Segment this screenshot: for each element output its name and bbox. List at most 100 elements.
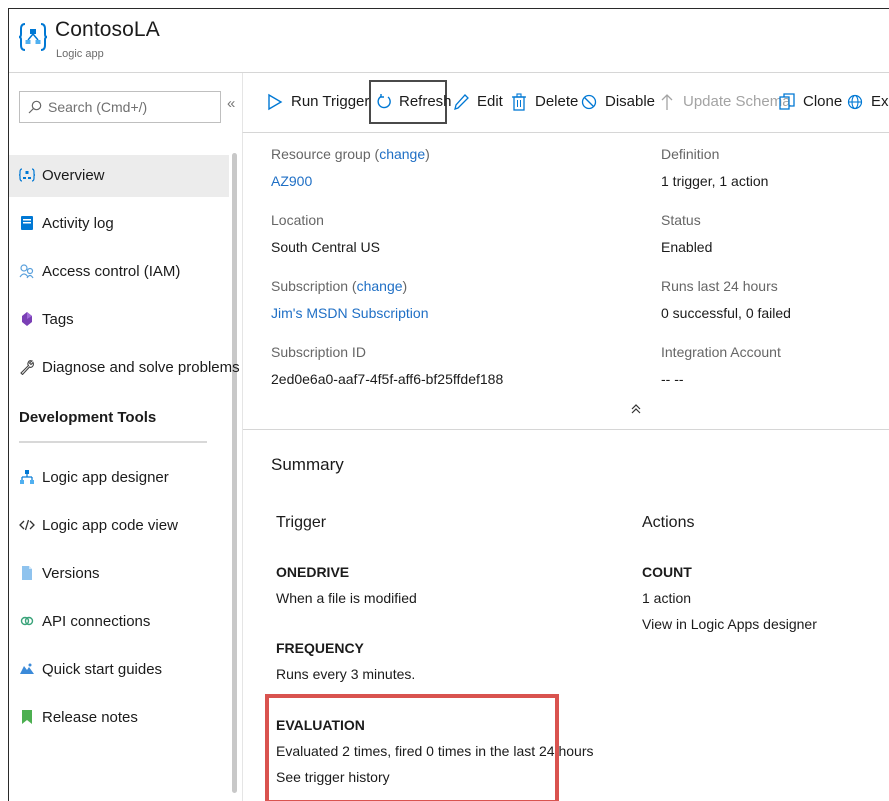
globe-icon — [847, 94, 863, 110]
clone-label: Clone — [803, 93, 843, 110]
tag-icon — [22, 312, 32, 326]
sidebar-item-label: Overview — [42, 167, 105, 184]
command-bar: Run Trigger Refresh Edit Delete Disable … — [242, 73, 889, 133]
disable-icon — [581, 94, 597, 110]
versions-icon — [22, 566, 32, 580]
clone-icon — [779, 93, 795, 110]
run-trigger-button[interactable]: Run Trigger — [267, 82, 369, 122]
disable-label: Disable — [605, 93, 656, 110]
delete-button[interactable]: Delete — [511, 82, 578, 122]
chevron-up-icon — [631, 404, 641, 414]
wrench-icon — [20, 360, 34, 375]
sidebar-item-label: Logic app designer — [42, 469, 169, 486]
subscription-id-value: 2ed0e6a0-aaf7-4f5f-aff6-bf25ffdef188 — [271, 371, 504, 387]
trigger-heading: Trigger — [276, 514, 327, 531]
sidebar-item-api-connections[interactable]: API connections — [9, 601, 229, 643]
sidebar-item-label: API connections — [42, 613, 151, 630]
sidebar-item-iam[interactable]: Access control (IAM) — [9, 251, 229, 293]
sidebar-item-label: Quick start guides — [42, 661, 163, 678]
runs-value: 0 successful, 0 failed — [661, 305, 791, 321]
code-icon — [19, 519, 35, 531]
evaluation-text: Evaluated 2 times, fired 0 times in the … — [276, 743, 594, 759]
status-value: Enabled — [661, 239, 713, 255]
overview-content: Resource group (change) AZ900 Location S… — [242, 133, 889, 801]
sidebar-item-label: Tags — [42, 311, 74, 328]
search-input[interactable]: Search (Cmd+/) — [19, 91, 221, 123]
edit-button[interactable]: Edit — [453, 82, 503, 122]
sidebar-item-label: Logic app code view — [42, 517, 178, 534]
evaluation-caption: EVALUATION — [276, 717, 365, 733]
refresh-label: Refresh — [399, 93, 452, 110]
update-schema-label: Update Schema — [683, 93, 791, 110]
essentials-divider — [243, 429, 889, 430]
iam-icon — [19, 264, 34, 279]
onedrive-caption: ONEDRIVE — [276, 564, 350, 580]
resource-group-label: Resource group (change) — [271, 146, 430, 162]
view-designer-link[interactable]: View in Logic Apps designer — [642, 616, 817, 632]
overview-icon — [19, 168, 35, 182]
collapse-essentials-button[interactable] — [631, 403, 641, 418]
runs-label: Runs last 24 hours — [661, 278, 778, 294]
integration-account-label: Integration Account — [661, 344, 781, 360]
sidebar-item-label: Diagnose and solve problems — [42, 359, 240, 376]
definition-label: Definition — [661, 146, 720, 162]
sidebar-item-tags[interactable]: Tags — [9, 299, 229, 341]
sidebar-item-designer[interactable]: Logic app designer — [9, 457, 229, 499]
definition-value: 1 trigger, 1 action — [661, 173, 769, 189]
status-label: Status — [661, 212, 701, 228]
integration-account-value: -- -- — [661, 371, 684, 387]
resource-header: ContosoLA Logic app — [9, 9, 889, 73]
sidebar-item-label: Versions — [42, 565, 100, 582]
sidebar-item-release-notes[interactable]: Release notes — [9, 697, 229, 739]
sidebar-item-label: Activity log — [42, 215, 114, 232]
logic-app-icon — [19, 23, 47, 51]
section-title-development-tools: Development Tools — [19, 409, 157, 426]
location-value: South Central US — [271, 239, 380, 255]
update-schema-button[interactable]: Update Schema — [659, 82, 791, 122]
resource-menu: Search (Cmd+/) « Overview Activity log A… — [9, 73, 242, 801]
sidebar-item-label: Access control (IAM) — [42, 263, 181, 280]
activity-log-icon — [21, 216, 33, 230]
refresh-button[interactable]: Refresh — [369, 80, 452, 124]
sidebar-item-versions[interactable]: Versions — [9, 553, 229, 595]
pencil-icon — [454, 94, 469, 110]
menu-scrollbar[interactable] — [232, 153, 237, 793]
count-caption: COUNT — [642, 564, 692, 580]
quick-start-icon — [20, 663, 34, 674]
sidebar-item-activity-log[interactable]: Activity log — [9, 203, 229, 245]
subscription-link[interactable]: Jim's MSDN Subscription — [271, 305, 429, 321]
play-icon — [268, 93, 283, 111]
frequency-caption: FREQUENCY — [276, 640, 364, 656]
resource-type: Logic app — [56, 48, 104, 60]
resource-group-link[interactable]: AZ900 — [271, 173, 312, 189]
arrow-up-icon — [661, 94, 673, 110]
clone-button[interactable]: Clone — [779, 82, 842, 122]
sidebar-item-overview[interactable]: Overview — [9, 155, 229, 197]
refresh-icon — [377, 94, 391, 109]
summary-title: Summary — [271, 455, 344, 474]
sidebar-item-code-view[interactable]: Logic app code view — [9, 505, 229, 547]
change-resource-group-link[interactable]: change — [379, 146, 425, 162]
export-button[interactable]: Export — [847, 82, 889, 122]
subscription-label: Subscription (change) — [271, 278, 408, 294]
designer-icon — [20, 470, 34, 484]
api-connections-icon — [20, 616, 34, 626]
release-notes-icon — [22, 710, 32, 724]
edit-label: Edit — [477, 93, 503, 110]
trash-icon — [512, 93, 526, 111]
subscription-id-label: Subscription ID — [271, 344, 366, 360]
portal-window: ContosoLA Logic app Search (Cmd+/) « Ove… — [8, 8, 889, 801]
location-label: Location — [271, 212, 324, 228]
change-subscription-link[interactable]: change — [357, 278, 403, 294]
export-label: Export — [871, 93, 889, 110]
collapse-menu-button[interactable]: « — [227, 95, 235, 112]
search-icon — [28, 100, 42, 114]
page-title: ContosoLA — [55, 18, 160, 41]
sidebar-item-diagnose[interactable]: Diagnose and solve problems — [9, 347, 240, 389]
search-placeholder: Search (Cmd+/) — [48, 99, 148, 115]
disable-button[interactable]: Disable — [581, 82, 655, 122]
actions-heading: Actions — [642, 514, 695, 531]
sidebar-item-quick-start[interactable]: Quick start guides — [9, 649, 229, 691]
run-trigger-label: Run Trigger — [291, 93, 370, 110]
see-trigger-history-link[interactable]: See trigger history — [276, 769, 390, 785]
